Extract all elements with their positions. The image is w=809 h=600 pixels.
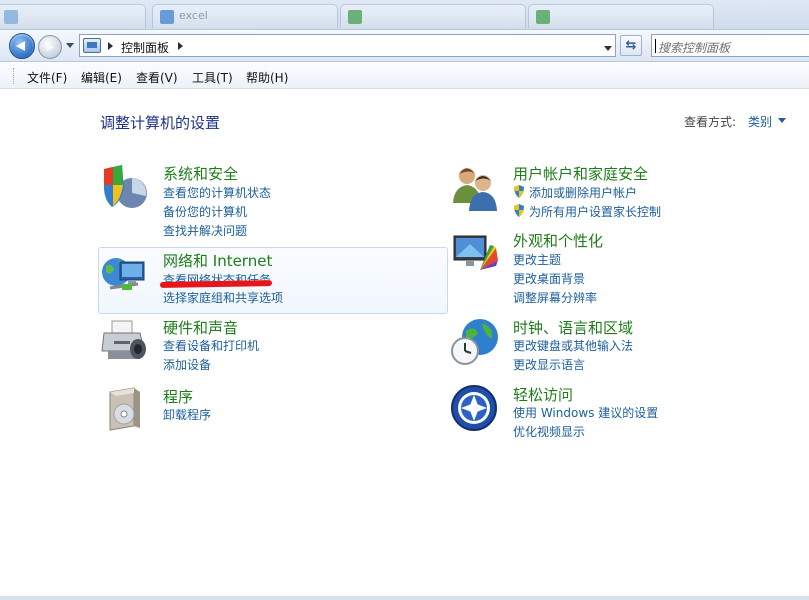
category-link[interactable]: 更改桌面背景 [513, 270, 585, 287]
category-link[interactable]: 更改键盘或其他输入法 [513, 337, 633, 354]
category-link[interactable]: 调整屏幕分辨率 [513, 289, 597, 306]
category-link[interactable]: 为所有用户设置家长控制 [513, 203, 661, 220]
category-link-label[interactable]: 为所有用户设置家长控制 [529, 205, 661, 219]
shield-pie-icon [103, 165, 147, 208]
category-link[interactable]: 添加设备 [163, 356, 211, 373]
page-title: 调整计算机的设置 [100, 114, 221, 132]
window-tab[interactable] [0, 4, 146, 28]
forward-button[interactable] [38, 35, 62, 59]
tab-favicon-icon [4, 10, 18, 24]
network-globe-icon [102, 258, 145, 290]
category-link[interactable]: 优化视频显示 [513, 423, 585, 440]
search-input[interactable]: 搜索控制面板 [658, 39, 730, 56]
view-by-label: 查看方式: [684, 115, 737, 129]
category-title[interactable]: 程序 [163, 386, 193, 407]
control-panel-content: 调整计算机的设置 查看方式: 类别 系统和安全 查看您的计算机状态 备份您的计算… [0, 90, 809, 600]
uac-shield-icon [514, 204, 524, 217]
view-by-dropdown[interactable]: 类别 [748, 113, 772, 130]
forward-arrow-icon [47, 43, 54, 51]
category-system-security: 系统和安全 查看您的计算机状态 备份您的计算机 查找并解决问题 [100, 163, 450, 238]
category-title[interactable]: 时钟、语言和区域 [513, 317, 633, 338]
users-icon [453, 168, 497, 211]
breadcrumb-chevron-icon[interactable] [108, 42, 113, 50]
chevron-down-icon[interactable] [778, 118, 786, 123]
recent-pages-dropdown-icon[interactable] [66, 43, 74, 48]
address-history-dropdown-icon[interactable] [604, 46, 612, 51]
category-link-label[interactable]: 添加或删除用户帐户 [529, 186, 637, 200]
printer-speaker-icon [101, 320, 146, 359]
menu-view[interactable]: 查看(V) [136, 69, 178, 86]
tab-favicon-icon [536, 10, 550, 24]
monitor-palette-icon [453, 235, 498, 270]
category-user-accounts: 用户帐户和家庭安全 添加或删除用户帐户 为所有用户设置家长控制 [450, 163, 800, 223]
category-link[interactable]: 查看设备和打印机 [163, 337, 259, 354]
navigation-bar: 控制面板 ⇆ 搜索控制面板 [0, 30, 809, 62]
category-network-internet: 网络和 Internet 查看网络状态和任务 选择家庭组和共享选项 [100, 250, 450, 310]
category-title[interactable]: 硬件和声音 [163, 317, 238, 338]
text-caret [655, 39, 656, 53]
back-button[interactable] [9, 33, 35, 59]
category-ease-of-access: 轻松访问 使用 Windows 建议的设置 优化视频显示 [450, 384, 800, 439]
category-title[interactable]: 轻松访问 [513, 384, 573, 405]
category-link[interactable]: 使用 Windows 建议的设置 [513, 404, 658, 421]
category-link[interactable]: 卸载程序 [163, 406, 211, 423]
control-panel-icon [83, 38, 101, 53]
category-link[interactable]: 查看您的计算机状态 [163, 184, 271, 201]
menu-edit[interactable]: 编辑(E) [81, 69, 122, 86]
tab-favicon-icon [160, 10, 174, 24]
uac-shield-icon [514, 185, 524, 198]
tab-favicon-icon [348, 10, 362, 24]
category-hardware-sound: 硬件和声音 查看设备和打印机 添加设备 [100, 317, 450, 372]
window-tab[interactable] [528, 4, 714, 28]
category-appearance: 外观和个性化 更改主题 更改桌面背景 调整屏幕分辨率 [450, 230, 800, 305]
menu-tools[interactable]: 工具(T) [192, 69, 233, 86]
breadcrumb-chevron-icon[interactable] [178, 42, 183, 50]
category-link[interactable]: 更改显示语言 [513, 356, 585, 373]
refresh-icon: ⇆ [625, 38, 637, 53]
category-link[interactable]: 备份您的计算机 [163, 203, 247, 220]
category-clock-language-region: 时钟、语言和区域 更改键盘或其他输入法 更改显示语言 [450, 317, 800, 372]
programs-box-icon [109, 387, 140, 431]
menu-file[interactable]: 文件(F) [27, 69, 67, 86]
window-tab[interactable] [340, 4, 526, 28]
tab-label: excel [179, 9, 208, 22]
category-link[interactable]: 选择家庭组和共享选项 [163, 289, 283, 306]
search-box[interactable]: 搜索控制面板 [651, 34, 809, 57]
category-title[interactable]: 外观和个性化 [513, 230, 603, 251]
category-title[interactable]: 用户帐户和家庭安全 [513, 163, 648, 184]
category-title[interactable]: 系统和安全 [163, 163, 238, 184]
window-bottom-border [0, 596, 809, 600]
window-tab[interactable]: excel [152, 4, 338, 28]
category-link[interactable]: 查找并解决问题 [163, 222, 247, 239]
menu-help[interactable]: 帮助(H) [246, 69, 288, 86]
breadcrumb-control-panel[interactable]: 控制面板 [121, 39, 169, 56]
menu-grip [13, 68, 16, 84]
menu-bar: 文件(F) 编辑(E) 查看(V) 工具(T) 帮助(H) [0, 63, 809, 89]
category-link[interactable]: 更改主题 [513, 251, 561, 268]
category-title[interactable]: 网络和 Internet [163, 250, 272, 271]
title-tab-strip: excel [0, 0, 809, 30]
category-link[interactable]: 添加或删除用户帐户 [513, 184, 637, 201]
back-arrow-icon [16, 41, 25, 51]
refresh-button[interactable]: ⇆ [620, 35, 642, 56]
category-programs: 程序 卸载程序 [100, 386, 450, 436]
globe-clock-icon [451, 319, 498, 365]
address-bar[interactable]: 控制面板 [79, 34, 616, 57]
ease-of-access-icon [451, 385, 497, 431]
